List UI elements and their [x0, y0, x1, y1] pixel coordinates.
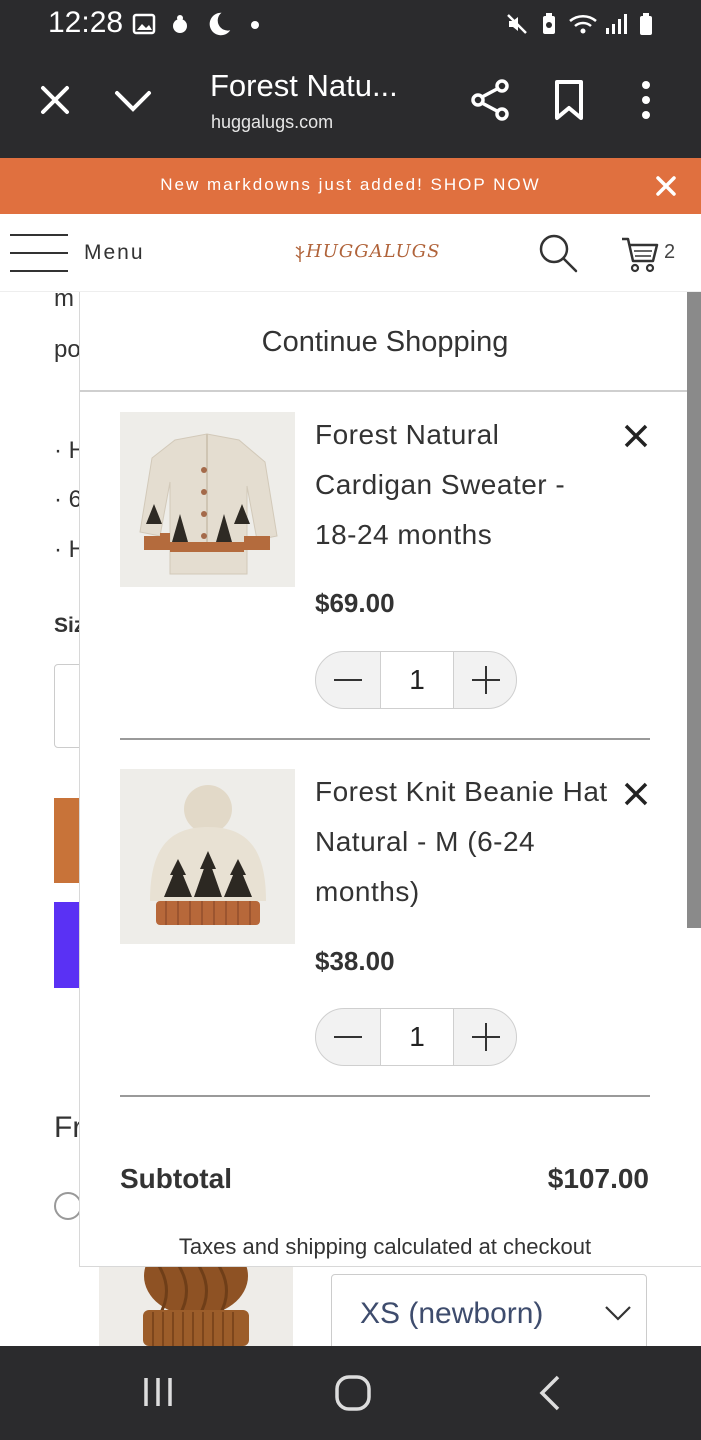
mute-icon [507, 14, 527, 34]
share-icon[interactable] [466, 76, 514, 124]
back-icon[interactable] [536, 1374, 564, 1412]
close-icon[interactable] [655, 175, 677, 197]
continue-shopping-link[interactable]: Continue Shopping [80, 326, 690, 359]
cart-item-name[interactable]: Forest Natural Cardigan Sweater - 18-24 … [315, 410, 615, 560]
more-options-icon[interactable] [622, 76, 670, 124]
page-url: huggalugs.com [211, 112, 334, 132]
site-logo[interactable]: HUGGALUGS [306, 241, 440, 262]
system-nav-bar [0, 1346, 701, 1440]
cardigan-sweater-image [120, 412, 295, 587]
hamburger-menu-icon[interactable] [10, 232, 68, 274]
cart-item-price: $69.00 [315, 588, 395, 618]
recent-apps-icon[interactable] [140, 1374, 176, 1410]
feature-bullet: · 6 [54, 486, 83, 513]
quantity-input[interactable]: 1 [380, 1009, 454, 1065]
signal-icon [606, 14, 627, 34]
site-header: Menu HUGGALUGS 2 [0, 214, 701, 292]
status-bar: 12:28 [0, 0, 701, 48]
bookmark-icon[interactable] [545, 76, 593, 124]
browser-toolbar: Forest Natu... huggalugs.com [0, 48, 701, 158]
drawer-scrollbar[interactable] [687, 292, 701, 928]
menu-label[interactable]: Menu [84, 241, 145, 265]
product-description-fragment: m [54, 285, 74, 312]
size-select[interactable]: XS (newborn) [331, 1274, 647, 1350]
subtotal-label: Subtotal [120, 1163, 232, 1194]
radio-option[interactable] [54, 1192, 82, 1220]
minus-icon[interactable] [332, 668, 364, 692]
status-time: 12:28 [48, 6, 124, 39]
cart-item-image[interactable] [120, 412, 295, 587]
cart-item-price: $38.00 [315, 946, 395, 976]
remove-item-icon[interactable] [623, 781, 649, 807]
chevron-down-icon [605, 1306, 631, 1321]
do-not-disturb-icon [209, 12, 231, 36]
logo-sprig-icon [295, 246, 305, 262]
battery-saver-icon [543, 13, 555, 34]
page-title: Forest Natu... [210, 68, 398, 103]
quantity-input[interactable]: 1 [380, 652, 454, 708]
battery-icon [640, 13, 652, 35]
taxes-note: Taxes and shipping calculated at checkou… [178, 1234, 592, 1259]
subtotal-value: $107.00 [547, 1163, 649, 1194]
cart-item-name[interactable]: Forest Knit Beanie Hat Natural - M (6-24… [315, 767, 625, 917]
plus-icon[interactable] [470, 664, 502, 696]
product-description-fragment: po [54, 336, 81, 363]
more-notifications-dot-icon [251, 21, 259, 29]
cart-count-badge[interactable]: 2 [664, 241, 675, 264]
cart-drawer: Continue Shopping Forest Natural Cardiga… [79, 292, 701, 1267]
app-notification-icon [173, 15, 187, 33]
chevron-down-icon[interactable] [109, 76, 157, 124]
size-select-value: XS (newborn) [360, 1297, 544, 1330]
quantity-stepper: 1 [315, 1008, 517, 1066]
cart-icon[interactable] [620, 236, 660, 274]
related-product-image[interactable] [99, 1266, 293, 1346]
beanie-hat-image [120, 769, 295, 944]
cart-item-image[interactable] [120, 769, 295, 944]
item-divider [120, 738, 650, 740]
item-divider [120, 1095, 650, 1097]
gallery-icon [132, 13, 156, 35]
quantity-stepper: 1 [315, 651, 517, 709]
promo-text[interactable]: New markdowns just added! SHOP NOW [0, 175, 701, 195]
drawer-divider [80, 390, 688, 392]
search-icon[interactable] [538, 233, 578, 273]
plus-icon[interactable] [470, 1021, 502, 1053]
home-icon[interactable] [334, 1374, 372, 1412]
promo-banner[interactable]: New markdowns just added! SHOP NOW [0, 158, 701, 214]
close-tab-icon[interactable] [31, 76, 79, 124]
remove-item-icon[interactable] [623, 423, 649, 449]
minus-icon[interactable] [332, 1025, 364, 1049]
wifi-icon [569, 14, 597, 34]
